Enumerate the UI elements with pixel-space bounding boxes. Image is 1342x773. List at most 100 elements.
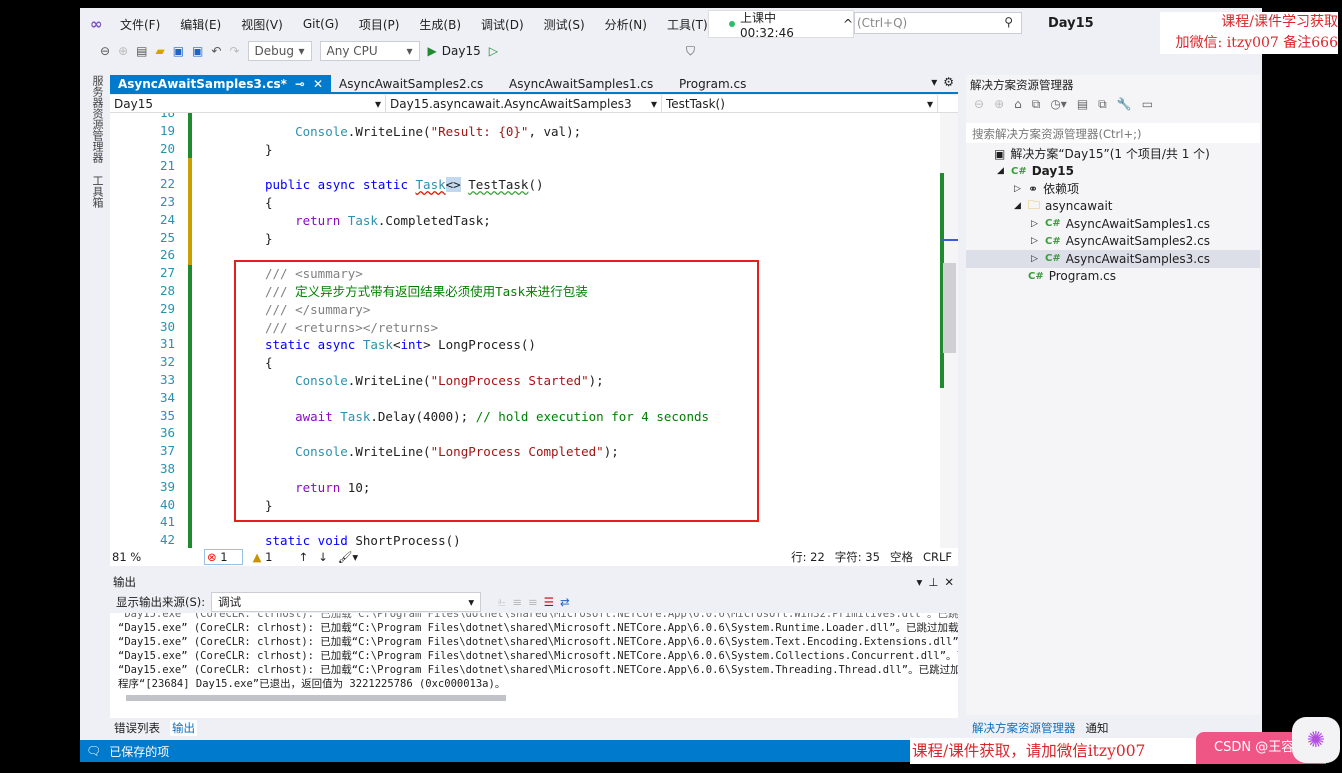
- pending-changes-icon[interactable]: ◷▾: [1050, 97, 1067, 111]
- toolbox-tab[interactable]: 工具箱: [86, 175, 104, 208]
- dropdown-icon[interactable]: ▾: [917, 575, 923, 589]
- menu-item[interactable]: 生成(B): [419, 16, 461, 33]
- menu-item[interactable]: Git(G): [303, 17, 339, 31]
- previous-issue-icon[interactable]: ↑: [298, 550, 308, 564]
- zoom-select[interactable]: 81 %: [110, 550, 168, 564]
- tree-item[interactable]: ▷ C# AsyncAwaitSamples1.cs: [966, 215, 1260, 233]
- tree-item[interactable]: ▷ C# AsyncAwaitSamples3.cs: [966, 250, 1260, 268]
- chevron-down-icon: ▾: [298, 44, 305, 58]
- run-button[interactable]: ▶ Day15: [428, 44, 481, 58]
- tree-item[interactable]: ▣ 解决方案“Day15”(1 个项目/共 1 个): [966, 145, 1260, 163]
- find-icon[interactable]: ⎁: [497, 595, 506, 610]
- status-bar: 🗨 已保存的项: [80, 740, 910, 762]
- run-without-debug-icon[interactable]: ▷: [489, 44, 498, 58]
- back-icon[interactable]: ⊖: [100, 44, 110, 58]
- expand-arrow-icon[interactable]: ▷: [1031, 236, 1045, 246]
- class-timer[interactable]: 上课中 00:32:46 ^: [708, 10, 854, 40]
- tree-item[interactable]: ▷ ⚭ 依赖项: [966, 180, 1260, 198]
- notification-icon[interactable]: 🗨: [86, 744, 101, 758]
- eol-indicator[interactable]: CRLF: [923, 550, 952, 564]
- redo-icon[interactable]: ↷: [229, 44, 239, 58]
- new-project-icon[interactable]: ▤: [136, 44, 147, 58]
- next-issue-icon[interactable]: ↓: [318, 550, 328, 564]
- close-icon[interactable]: ✕: [944, 575, 954, 589]
- clear-all-icon[interactable]: ☰: [544, 595, 554, 609]
- member-select[interactable]: TestTask() ▾: [662, 95, 938, 112]
- search-icon[interactable]: ⚲: [1004, 15, 1013, 29]
- collapse-all-icon[interactable]: ▤: [1077, 97, 1088, 111]
- tab-solution-explorer[interactable]: 解决方案资源管理器: [972, 720, 1076, 736]
- save-all-icon[interactable]: ▣: [192, 44, 203, 58]
- tree-item[interactable]: ▷ C# AsyncAwaitSamples2.cs: [966, 233, 1260, 251]
- menu-item[interactable]: 编辑(E): [180, 16, 221, 33]
- whitespace-indicator[interactable]: 空格: [890, 549, 913, 565]
- expand-arrow-icon[interactable]: ▷: [1031, 219, 1045, 229]
- menu-item[interactable]: 视图(V): [241, 16, 283, 33]
- scroll-thumb[interactable]: [943, 263, 956, 353]
- switch-views-icon[interactable]: ⧉: [1032, 97, 1041, 112]
- output-horizontal-scrollbar[interactable]: [126, 695, 506, 701]
- save-icon[interactable]: ▣: [173, 44, 184, 58]
- show-all-files-icon[interactable]: ⧉: [1098, 97, 1107, 112]
- platform-select[interactable]: Any CPU ▾: [319, 41, 420, 61]
- folder-icon: 🗀: [1028, 197, 1041, 212]
- tab-output[interactable]: 输出: [170, 720, 197, 736]
- tab-document[interactable]: AsyncAwaitSamples2.cs: [331, 75, 501, 92]
- home-icon[interactable]: ⌂: [1014, 97, 1022, 111]
- chevron-up-icon[interactable]: ^: [843, 17, 853, 31]
- menu-item[interactable]: 工具(T): [667, 16, 708, 33]
- pin-icon[interactable]: ⊸: [295, 77, 305, 91]
- tab-document[interactable]: AsyncAwaitSamples3.cs* ⊸ ✕: [110, 75, 332, 92]
- menu-item[interactable]: 调试(D): [481, 16, 524, 33]
- tab-document[interactable]: AsyncAwaitSamples1.cs: [501, 75, 671, 92]
- warning-count[interactable]: ▲ 1: [253, 550, 273, 564]
- close-icon[interactable]: ✕: [313, 77, 323, 91]
- back-icon[interactable]: ⊖: [974, 97, 984, 111]
- change-bar: [188, 496, 192, 516]
- char-indicator[interactable]: 字符: 35: [835, 549, 880, 565]
- expand-arrow-icon[interactable]: ▷: [1014, 184, 1028, 194]
- pin-icon[interactable]: ⊥: [928, 575, 938, 589]
- ai-assistant-icon[interactable]: ✺: [1292, 717, 1340, 763]
- output-text[interactable]: “Day15.exe” (CoreCLR: clrhost): 已加载“C:\P…: [110, 613, 958, 693]
- menu-item[interactable]: 测试(S): [544, 16, 585, 33]
- solution-search-input[interactable]: 搜索解决方案资源管理器(Ctrl+;): [966, 123, 1260, 143]
- gear-icon[interactable]: ⚙: [943, 75, 958, 92]
- expand-arrow-icon[interactable]: ◢: [1014, 201, 1028, 211]
- next-message-icon[interactable]: ≡: [528, 595, 538, 609]
- config-select[interactable]: Debug ▾: [247, 41, 312, 61]
- tree-item[interactable]: C# Program.cs: [966, 268, 1260, 286]
- forward-icon[interactable]: ⊕: [994, 97, 1004, 111]
- search-input[interactable]: (Ctrl+Q) ⚲: [854, 12, 1022, 34]
- output-source-select[interactable]: 调试 ▾: [211, 592, 482, 612]
- tab-notifications[interactable]: 通知: [1086, 720, 1109, 736]
- dropdown-icon[interactable]: ▾: [925, 75, 943, 92]
- line-number: 25: [159, 229, 175, 245]
- menu-item[interactable]: 文件(F): [120, 16, 160, 33]
- server-explorer-tab[interactable]: 服务器资源管理器: [86, 75, 104, 163]
- tree-item[interactable]: ◢ C# Day15: [966, 163, 1260, 181]
- cleanup-icon[interactable]: 🖌▾: [338, 550, 358, 564]
- word-wrap-icon[interactable]: ⇄: [560, 595, 570, 609]
- line-indicator[interactable]: 行: 22: [791, 549, 825, 565]
- code-line: }: [265, 230, 273, 248]
- properties-icon[interactable]: 🔧: [1117, 97, 1132, 111]
- tree-item[interactable]: ◢ 🗀 asyncawait: [966, 198, 1260, 216]
- menu-item[interactable]: 分析(N): [605, 16, 647, 33]
- menu-item[interactable]: 项目(P): [359, 16, 400, 33]
- forward-icon[interactable]: ⊕: [118, 44, 128, 58]
- open-icon[interactable]: ▰: [155, 44, 164, 58]
- class-select[interactable]: Day15.asyncawait.AsyncAwaitSamples3 ▾: [386, 95, 662, 112]
- editor-vertical-scrollbar[interactable]: [940, 113, 958, 548]
- bookmark-icon[interactable]: ⛉: [686, 44, 695, 59]
- expand-arrow-icon[interactable]: ◢: [997, 166, 1011, 176]
- expand-arrow-icon[interactable]: ▷: [1031, 254, 1045, 264]
- chevron-down-icon: ▾: [406, 44, 413, 58]
- prev-message-icon[interactable]: ≡: [512, 595, 522, 609]
- error-count[interactable]: ⊗ 1: [204, 549, 243, 565]
- tab-document[interactable]: Program.cs: [671, 75, 841, 92]
- preview-icon[interactable]: ▭: [1142, 97, 1153, 111]
- project-select[interactable]: Day15 ▾: [110, 95, 386, 112]
- tab-error-list[interactable]: 错误列表: [114, 720, 160, 736]
- undo-icon[interactable]: ↶: [211, 44, 221, 58]
